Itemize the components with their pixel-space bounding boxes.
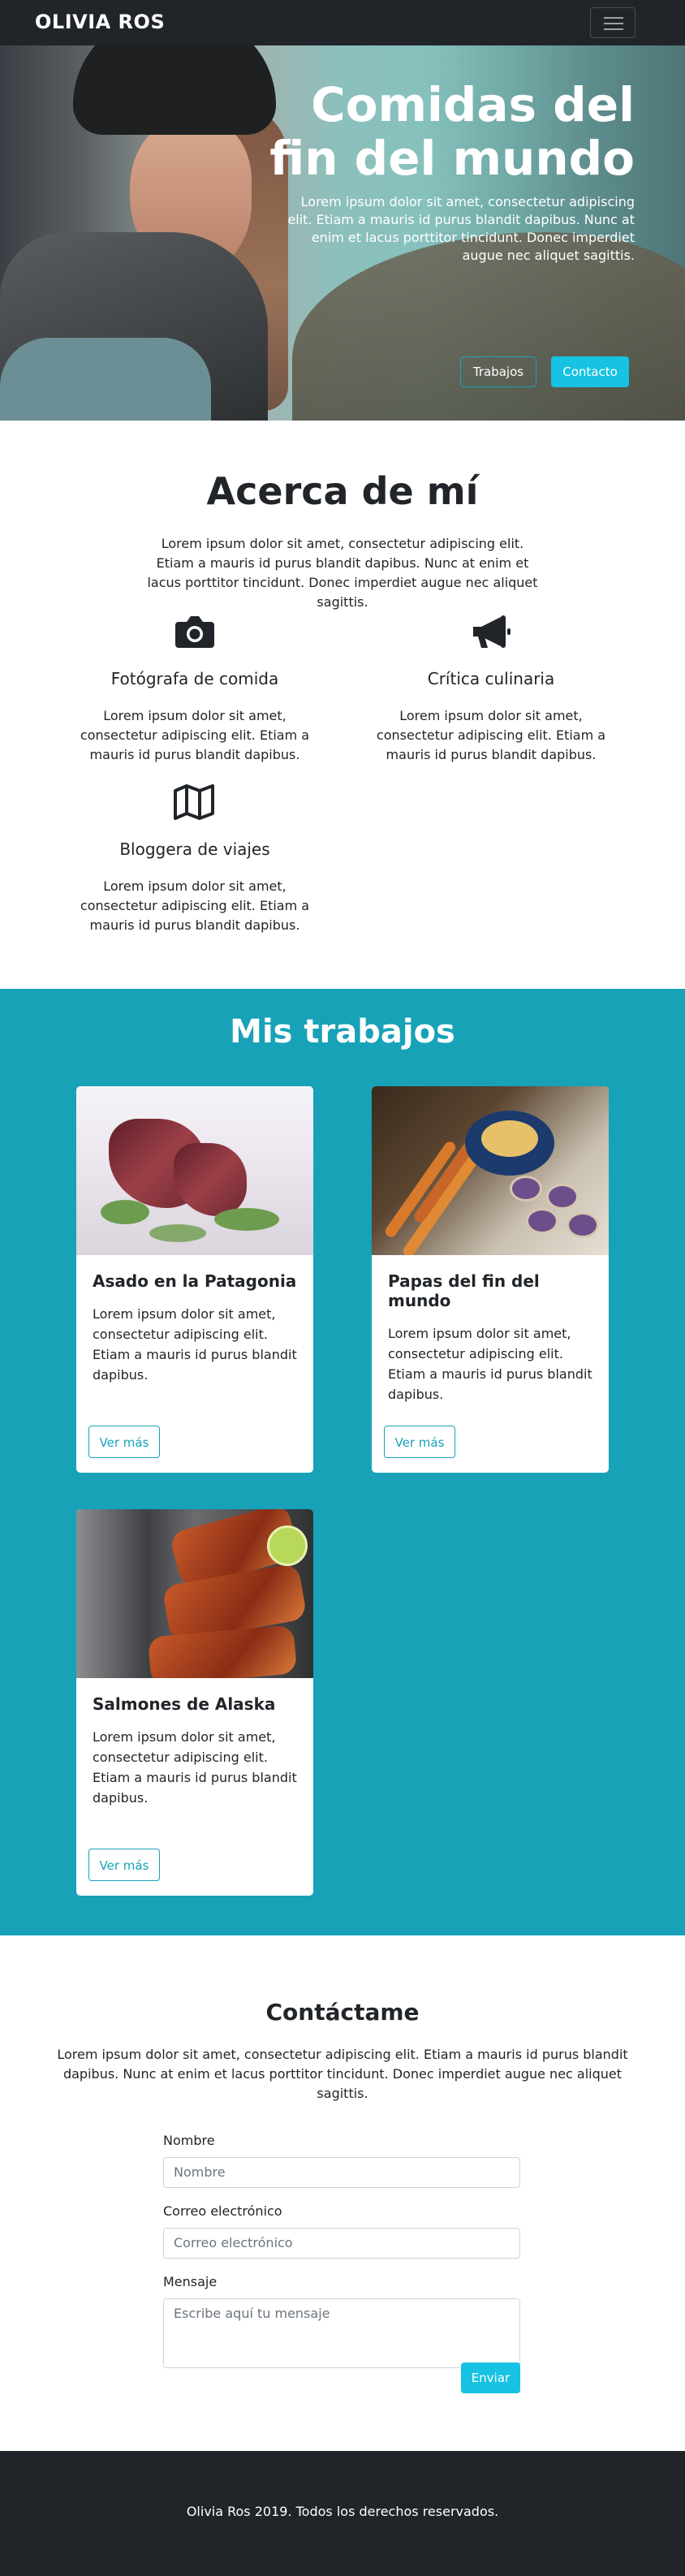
hero-title: Comidas del fin del mundo [269, 77, 635, 186]
feature-title: Crítica culinaria [427, 669, 555, 688]
card-title: Asado en la Patagonia [93, 1271, 297, 1291]
about-section: Acerca de mí Lorem ipsum dolor sit amet,… [0, 421, 685, 989]
works-button[interactable]: Trabajos [460, 356, 536, 387]
footer: Olivia Ros 2019. Todos los derechos rese… [0, 2451, 685, 2576]
card-text: Lorem ipsum dolor sit amet, consectetur … [93, 1306, 297, 1383]
contact-title: Contáctame [265, 1999, 420, 2026]
camera-icon [172, 612, 218, 651]
contact-intro: Lorem ipsum dolor sit amet, consectetur … [57, 2047, 628, 2101]
name-field[interactable]: Nombre [163, 2157, 520, 2188]
card-text: Lorem ipsum dolor sit amet, consectetur … [93, 1729, 297, 1806]
contact-button[interactable]: Contacto [551, 356, 629, 387]
work-card: Asado en la Patagonia Lorem ipsum dolor … [76, 1086, 313, 1473]
name-label: Nombre [163, 2133, 215, 2148]
contact-section: Contáctame Lorem ipsum dolor sit amet, c… [0, 1935, 685, 2451]
card-text: Lorem ipsum dolor sit amet, consectetur … [388, 1326, 592, 1402]
feature-food-critic: Crítica culinaria Lorem ipsum dolor sit … [361, 612, 621, 765]
message-field[interactable]: Escribe aquí tu mensaje [163, 2298, 520, 2368]
hamburger-menu-icon[interactable] [590, 7, 635, 38]
hero-subtitle: Lorem ipsum dolor sit amet, consectetur … [287, 194, 635, 263]
work-card: Papas del fin del mundo Lorem ipsum dolo… [372, 1086, 609, 1473]
card-image [76, 1509, 313, 1678]
works-section: Mis trabajos Asado en la Patagonia Lorem… [0, 989, 685, 1935]
feature-travel-blogger: Bloggera de viajes Lorem ipsum dolor sit… [65, 783, 325, 935]
footer-copyright: Olivia Ros 2019. Todos los derechos rese… [186, 2504, 499, 2519]
feature-title: Fotógrafa de comida [110, 669, 279, 688]
work-card: Salmones de Alaska Lorem ipsum dolor sit… [76, 1509, 313, 1896]
see-more-button[interactable]: Ver más [88, 1849, 160, 1881]
card-image [372, 1086, 609, 1255]
see-more-button[interactable]: Ver más [88, 1426, 160, 1458]
feature-text: Lorem ipsum dolor sit amet, consectetur … [376, 708, 606, 762]
hero-photo-coat [0, 338, 211, 421]
message-label: Mensaje [163, 2274, 218, 2289]
map-icon [172, 783, 218, 822]
see-more-button[interactable]: Ver más [384, 1426, 455, 1458]
card-image [76, 1086, 313, 1255]
hero-section: Comidas del fin del mundo Lorem ipsum do… [0, 45, 685, 421]
card-title: Papas del fin del mundo [388, 1271, 540, 1310]
feature-food-photographer: Fotógrafa de comida Lorem ipsum dolor si… [65, 612, 325, 765]
email-field[interactable]: Correo electrónico [163, 2228, 520, 2259]
feature-title: Bloggera de viajes [119, 839, 270, 859]
email-label: Correo electrónico [163, 2203, 282, 2219]
about-intro: Lorem ipsum dolor sit amet, consectetur … [147, 536, 538, 610]
navbar: OLIVIA ROS [0, 0, 685, 45]
feature-text: Lorem ipsum dolor sit amet, consectetur … [80, 878, 310, 933]
card-title: Salmones de Alaska [93, 1694, 276, 1714]
megaphone-icon [468, 612, 514, 651]
works-title: Mis trabajos [230, 1013, 455, 1051]
brand-logo[interactable]: OLIVIA ROS [35, 11, 165, 33]
send-button[interactable]: Enviar [461, 2362, 520, 2393]
about-title: Acerca de mí [206, 469, 479, 513]
feature-text: Lorem ipsum dolor sit amet, consectetur … [80, 708, 310, 762]
